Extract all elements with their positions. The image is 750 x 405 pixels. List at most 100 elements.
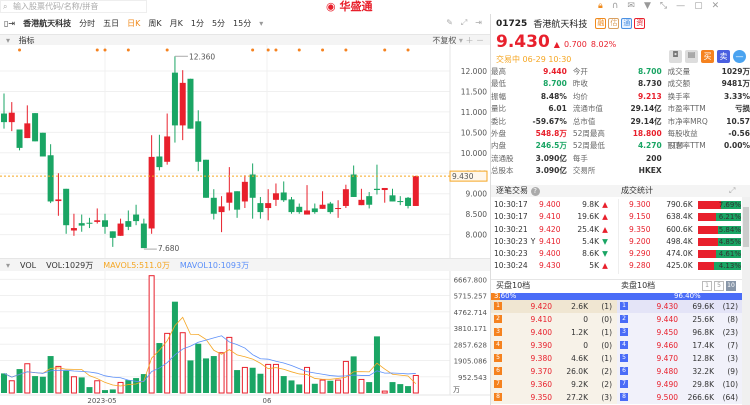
candle-body [327,203,334,213]
level-1-button[interactable]: 1 [702,281,712,291]
volume-bar [63,370,70,393]
minimize-icon[interactable]: — [676,1,685,11]
chevron-down-icon[interactable]: ▾ [6,36,10,45]
volume-chart[interactable]: 6667.800 5715.257 4762.714 3810.171 2857.628… [0,271,490,405]
candle-body [47,155,54,202]
stat-label: 委比 [491,116,506,126]
volstat-bar-fill [697,201,722,209]
scrollbar[interactable] [742,197,750,405]
vol-legend: VOL:1029万 [46,261,94,270]
period-tab[interactable]: 1分 [191,18,204,29]
period-tab[interactable]: 月K [170,18,183,29]
tick-list: 10:30:17 9.400 9.8K ▲ 10:30:17 9.410 19.6K ▲ 10:… [491,199,617,273]
order-price: 9.430 [656,302,678,311]
candlestick-chart[interactable]: 12.00011.50011.00010.50010.0009.5009.000… [0,45,490,258]
level-badge: 1 [494,302,502,310]
stat-value: 9481万 [721,79,750,89]
chevron-down-icon[interactable]: ▾ [6,259,10,271]
valuation-badge[interactable]: 估 [608,18,620,29]
shrink-icon[interactable]: ⤡ [660,1,667,11]
order-volume: 29.8K [692,380,714,389]
connect-badge[interactable]: 通 [621,18,633,29]
period-tab[interactable]: 周K [148,18,161,29]
event-marker [251,48,255,52]
lock-icon[interactable]: 🔒︎ [598,1,603,11]
tick-time: 10:30:23 [494,249,528,259]
buy-button[interactable]: 买 [701,50,714,63]
volstat-price: 9.350 [629,224,651,234]
level-badge: 3 [494,328,502,336]
stat-label: 均价 [572,91,588,101]
stat-label: 总股本 [491,166,514,176]
tick-row: 10:30:23 Y 9.410 5.4K ▼ [491,236,617,248]
sell-button[interactable]: 卖 [717,50,730,63]
period-tab[interactable]: 分时 [79,18,95,29]
order-count: (2) [601,367,612,376]
indicator-label[interactable]: 指标 [19,36,35,45]
volume-bar [226,336,233,394]
mail-icon[interactable]: ✉ [627,1,635,11]
stat-label: 内盘 [491,141,506,151]
level-5-button[interactable]: 5 [714,281,724,291]
order-count: (1) [601,328,612,337]
help-icon[interactable]: ? [530,187,540,196]
search-input[interactable]: ⌕ 输入股票代码/名称/拼音 [0,0,147,13]
expand-icon[interactable]: ⤢ [729,185,735,197]
volstat-bar: 4.85% [697,237,741,246]
period-tab-active[interactable]: 日K [127,18,140,29]
period-tab[interactable]: 五日 [103,18,119,29]
event-marker [266,48,270,52]
tick-price: 9.400 [539,249,561,259]
tick-price: 9.420 [539,224,561,234]
bid-row: 8 9.350 27.2K (3) [491,391,617,404]
period-tab[interactable]: 5分 [212,18,225,29]
volume-bar [8,380,15,394]
close-icon[interactable]: ✕ [712,1,720,11]
volume-bar [366,382,373,393]
candle-body [102,220,109,227]
sidebar-toggle-icon[interactable]: ▯⇥ [4,19,15,28]
stat-label: 每股收益TTM [667,128,698,151]
tick-price: 9.410 [539,212,561,222]
stat-label: 成交量 [667,67,691,76]
order-price: 9.480 [656,367,678,376]
headset-icon[interactable]: ∩ [612,1,619,11]
shirt-icon[interactable]: ▼ [644,1,651,11]
candle-body [63,188,70,226]
maximize-icon[interactable]: ▢ [694,1,703,11]
collapse-panel-icon[interactable]: ⇥ [475,18,482,28]
period-tab[interactable]: 15分 [233,18,251,29]
tick-row: 10:30:24 9.430 5K ▲ [491,260,617,272]
pencil-icon[interactable]: ✎ [446,18,453,28]
level-badge: 7 [620,380,628,388]
more-button[interactable]: — [733,50,746,63]
volume-bar [70,376,77,394]
indicator-bar: ▾ 指标 不复权 ▾ ＋ － [0,34,490,45]
volstat-volume: 600.6K [666,224,693,234]
stock-name: 香港航天科技 [533,20,588,30]
volstat-bar-fill [697,262,714,271]
order-price: 9.450 [656,328,678,337]
level-badge: 4 [620,341,628,349]
candle-body [86,222,93,224]
stat-label: 市净率MRQ [667,116,708,126]
chevron-down-icon[interactable]: ▾ [259,19,263,28]
candle-body [405,197,412,206]
event-marker [95,48,99,52]
order-volume: 26.0K [566,367,588,376]
volume-bar [179,332,186,394]
orderbook-header: 买盘10档 卖盘10档 1 5 10 [491,279,742,291]
capital-badge[interactable]: 资 [634,18,646,29]
order-count: (3) [727,354,738,363]
fullscreen-icon[interactable]: ⤢ [461,18,467,28]
adjust-select[interactable]: 不复权 [432,36,456,45]
level-10-button[interactable]: 10 [726,281,736,291]
stat-label: 每手 [572,153,588,163]
margin-badge[interactable]: 融 [595,18,607,29]
volume-bar [24,363,31,394]
volstat-row: 9.280 425.0K 4.13% [619,260,741,272]
volstat-volume: 425.0K [666,261,693,271]
bell-icon[interactable]: ◘ [669,50,682,63]
stat-value: 9.440 [543,67,567,76]
note-icon[interactable]: ▤ [685,50,698,63]
